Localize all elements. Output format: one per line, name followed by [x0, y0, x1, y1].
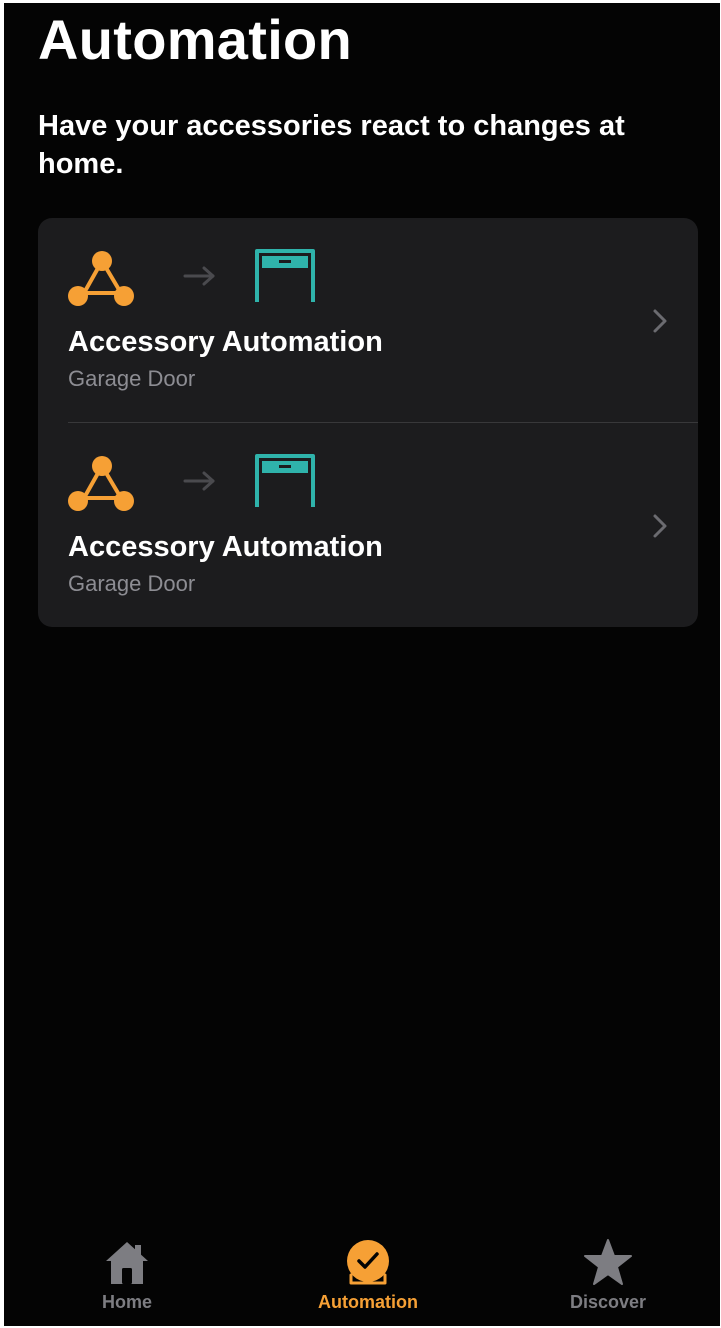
automation-title: Accessory Automation: [68, 531, 383, 563]
page-subtitle: Have your accessories react to changes a…: [38, 110, 625, 180]
tab-discover[interactable]: Discover: [518, 1225, 698, 1326]
star-icon: [584, 1239, 632, 1285]
arrow-right-icon: [183, 471, 215, 491]
garage-door-icon: [255, 454, 315, 507]
automation-row[interactable]: Accessory Automation Garage Door: [38, 218, 698, 422]
tab-bar: Home Automation Discover: [4, 1225, 720, 1326]
arrow-right-icon: [183, 266, 215, 286]
automation-icon: [347, 1240, 389, 1285]
tab-home-label: Home: [101, 1292, 152, 1312]
chevron-right-icon: [653, 309, 667, 333]
page-title: Automation: [38, 8, 353, 71]
automation-subtitle: Garage Door: [68, 571, 196, 596]
tab-automation-label: Automation: [318, 1292, 418, 1312]
automation-list: Accessory Automation Garage Door Accesso…: [38, 218, 698, 627]
tab-automation[interactable]: Automation: [278, 1225, 458, 1326]
sensor-trigger-icon: [68, 456, 134, 511]
garage-door-icon: [255, 249, 315, 302]
chevron-right-icon: [653, 514, 667, 538]
tab-discover-label: Discover: [569, 1292, 647, 1312]
automation-title: Accessory Automation: [68, 326, 383, 358]
home-icon: [106, 1242, 148, 1284]
tab-home[interactable]: Home: [37, 1225, 217, 1326]
automation-row[interactable]: Accessory Automation Garage Door: [38, 423, 698, 627]
automation-subtitle: Garage Door: [68, 366, 196, 391]
automation-screen: Automation Have your accessories react t…: [4, 3, 720, 1326]
sensor-trigger-icon: [68, 251, 134, 306]
